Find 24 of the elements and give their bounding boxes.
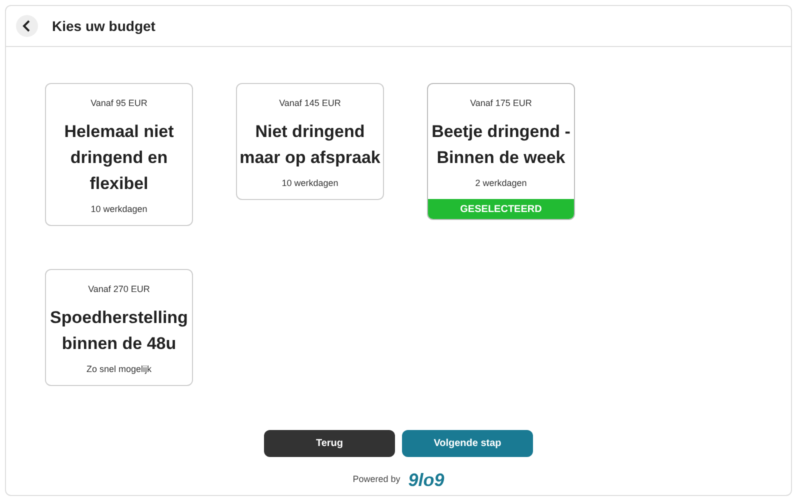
duration-label: 2 werkdagen	[475, 176, 527, 190]
next-button[interactable]: Volgende stap	[402, 430, 533, 457]
selected-badge: GESELECTEERD	[428, 199, 574, 219]
duration-label: Zo snel mogelijk	[86, 362, 152, 376]
card-title: Niet dringend maar op afspraak	[238, 120, 382, 168]
budget-card[interactable]: Vanaf 175 EUR Beetje dringend - Binnen de week 2 werkdagen GESELECTEERD	[427, 83, 575, 220]
price-label: Vanaf 175 EUR	[470, 97, 532, 110]
powered-by-label: Powered by	[352, 473, 400, 486]
duration-label: 10 werkdagen	[282, 176, 338, 190]
budget-card[interactable]: Vanaf 270 EUR Spoedherstelling binnen de 48u Zo snel mogelijk	[45, 269, 193, 386]
card-title: Beetje dringend - Binnen de week	[430, 120, 572, 168]
budget-card[interactable]: Vanaf 145 EUR Niet dringend maar op afspraak 10 werkdagen	[236, 83, 384, 200]
page-title: Kies uw budget	[52, 16, 156, 36]
price-label: Vanaf 270 EUR	[88, 283, 150, 296]
budget-card[interactable]: Vanaf 95 EUR Helemaal niet dringend en flexibel 10 werkdagen	[45, 83, 193, 226]
chevron-left-icon	[22, 20, 32, 32]
back-button[interactable]	[16, 15, 38, 37]
price-label: Vanaf 145 EUR	[279, 97, 341, 110]
price-label: Vanaf 95 EUR	[90, 97, 148, 110]
back-button[interactable]: Terug	[264, 430, 395, 457]
card-title: Helemaal niet dringend en flexibel	[63, 120, 175, 194]
brand-logo: 9lo9	[408, 471, 444, 489]
duration-label: 10 werkdagen	[90, 202, 148, 216]
card-title: Spoedherstelling binnen de 48u	[49, 306, 189, 354]
